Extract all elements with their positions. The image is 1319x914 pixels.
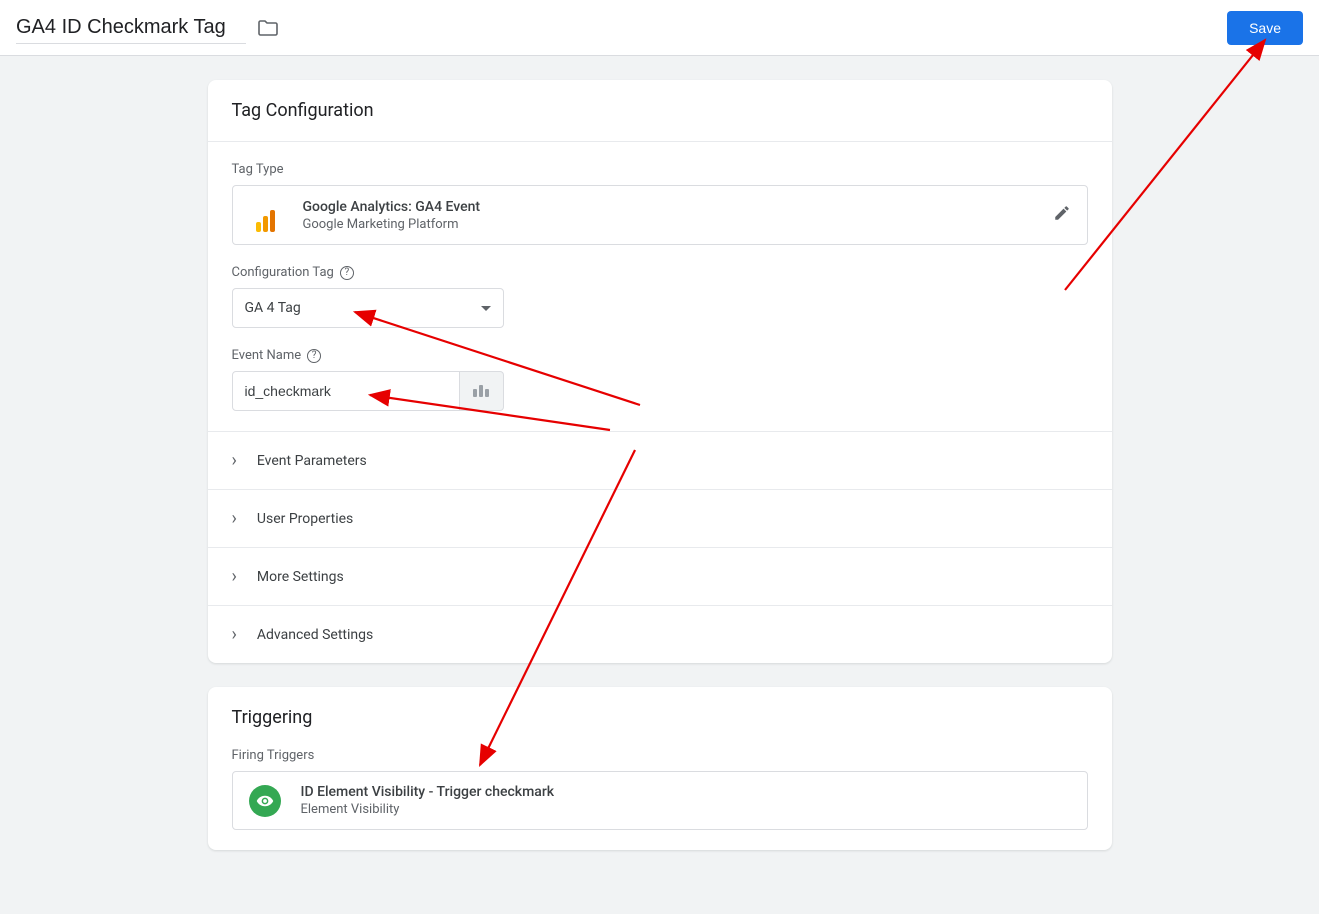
configuration-tag-label: Configuration Tag ?: [232, 265, 1088, 280]
variable-picker-button[interactable]: [460, 371, 504, 411]
chevron-right-icon: ›: [232, 508, 237, 529]
event-parameters-section[interactable]: › Event Parameters: [208, 432, 1112, 490]
edit-tag-type-icon[interactable]: [1053, 204, 1071, 226]
help-icon[interactable]: ?: [340, 266, 354, 280]
configuration-tag-value: GA 4 Tag: [245, 300, 301, 316]
triggering-card: Triggering Firing Triggers ID Element Vi…: [208, 687, 1112, 850]
more-settings-section[interactable]: › More Settings: [208, 548, 1112, 606]
save-button[interactable]: Save: [1227, 11, 1303, 45]
tag-type-vendor: Google Marketing Platform: [303, 217, 1033, 232]
folder-icon[interactable]: [258, 16, 278, 40]
tag-type-selector[interactable]: Google Analytics: GA4 Event Google Marke…: [232, 185, 1088, 245]
page-header: Save: [0, 0, 1319, 56]
user-properties-section[interactable]: › User Properties: [208, 490, 1112, 548]
trigger-name: ID Element Visibility - Trigger checkmar…: [301, 784, 555, 800]
firing-triggers-label: Firing Triggers: [232, 748, 1088, 763]
event-name-label: Event Name ?: [232, 348, 1088, 363]
configuration-tag-select[interactable]: GA 4 Tag: [232, 288, 504, 328]
visibility-trigger-icon: [249, 785, 281, 817]
tag-configuration-card: Tag Configuration Tag Type Google Analyt…: [208, 80, 1112, 663]
event-name-input[interactable]: [232, 371, 460, 411]
tag-type-label: Tag Type: [232, 162, 1088, 177]
firing-trigger-row[interactable]: ID Element Visibility - Trigger checkmar…: [232, 771, 1088, 830]
google-analytics-icon: [249, 198, 283, 232]
variable-icon: [472, 384, 490, 398]
chevron-right-icon: ›: [232, 624, 237, 645]
chevron-right-icon: ›: [232, 566, 237, 587]
tag-name-input[interactable]: [16, 14, 246, 42]
advanced-settings-section[interactable]: › Advanced Settings: [208, 606, 1112, 663]
chevron-right-icon: ›: [232, 450, 237, 471]
triggering-title: Triggering: [208, 687, 1112, 748]
tag-type-name: Google Analytics: GA4 Event: [303, 199, 1033, 215]
trigger-type: Element Visibility: [301, 802, 555, 817]
chevron-down-icon: [481, 306, 491, 311]
help-icon[interactable]: ?: [307, 349, 321, 363]
tag-configuration-title: Tag Configuration: [208, 80, 1112, 142]
